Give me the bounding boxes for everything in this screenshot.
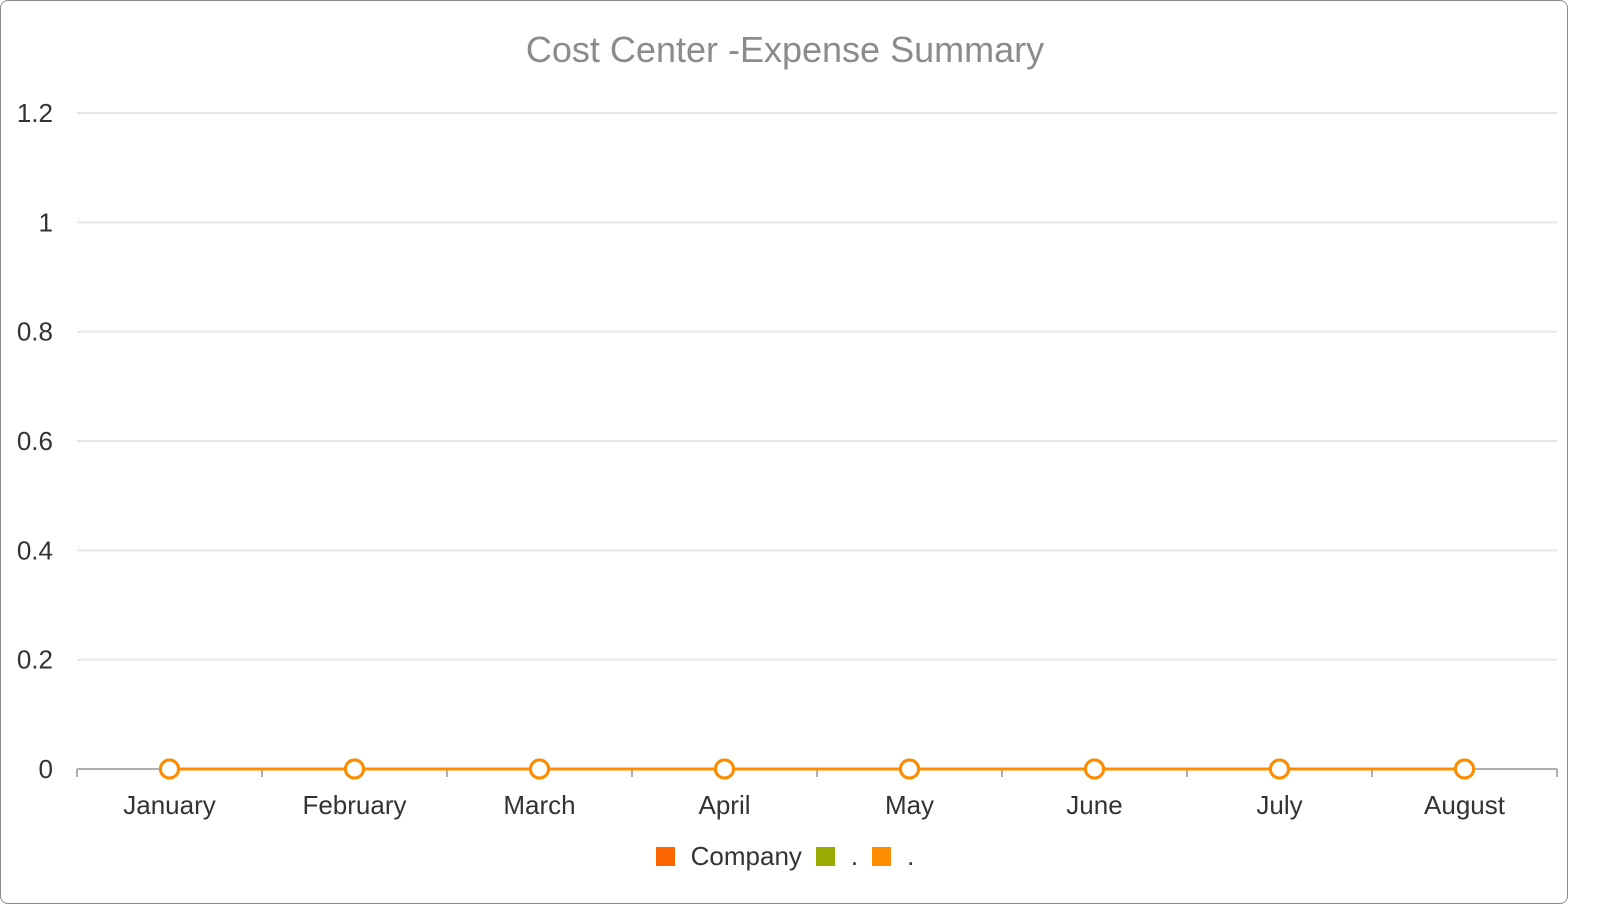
data-point[interactable] [344, 758, 365, 780]
y-tick-label: 0.4 [17, 535, 53, 565]
legend-label: . [907, 841, 915, 871]
x-tick-label: July [1256, 790, 1302, 820]
x-tick-label: April [698, 790, 750, 820]
line-chart: 0 0.2 0.4 0.6 0.8 1 1.2 January February March Apr… [17, 98, 1558, 820]
legend-swatch [872, 847, 892, 866]
legend-swatch [655, 847, 675, 866]
data-point[interactable] [159, 758, 180, 780]
legend-label: Company [690, 841, 802, 871]
y-tick-label: 0 [39, 754, 53, 784]
chart-legend: Company.. [1, 841, 1567, 872]
data-point[interactable] [1084, 758, 1105, 780]
x-tick-label: May [885, 790, 934, 820]
y-tick-label: 0.8 [17, 317, 53, 347]
y-tick-label: 1 [39, 207, 53, 237]
x-tick-label: January [123, 790, 216, 820]
y-tick-label: 1.2 [17, 98, 53, 128]
data-point[interactable] [529, 758, 550, 780]
x-tick-label: June [1066, 790, 1122, 820]
data-point[interactable] [714, 758, 735, 780]
y-tick-label: 0.6 [17, 426, 53, 456]
y-tick-label: 0.2 [17, 645, 53, 675]
legend-swatch [815, 847, 835, 866]
x-tick-label: August [1424, 790, 1506, 820]
x-tick-label: March [503, 790, 575, 820]
data-point[interactable] [1269, 758, 1290, 780]
chart-container: Cost Center -Expense Summary 0 0.2 0.4 0.6 0… [0, 0, 1568, 904]
data-point[interactable] [1454, 758, 1475, 780]
x-tick-label: February [302, 790, 406, 820]
legend-item[interactable]: Company [655, 841, 802, 872]
legend-label: . [850, 841, 859, 871]
data-point[interactable] [899, 758, 920, 780]
legend-item[interactable]: . [815, 841, 859, 872]
legend-item[interactable]: . [872, 841, 914, 872]
